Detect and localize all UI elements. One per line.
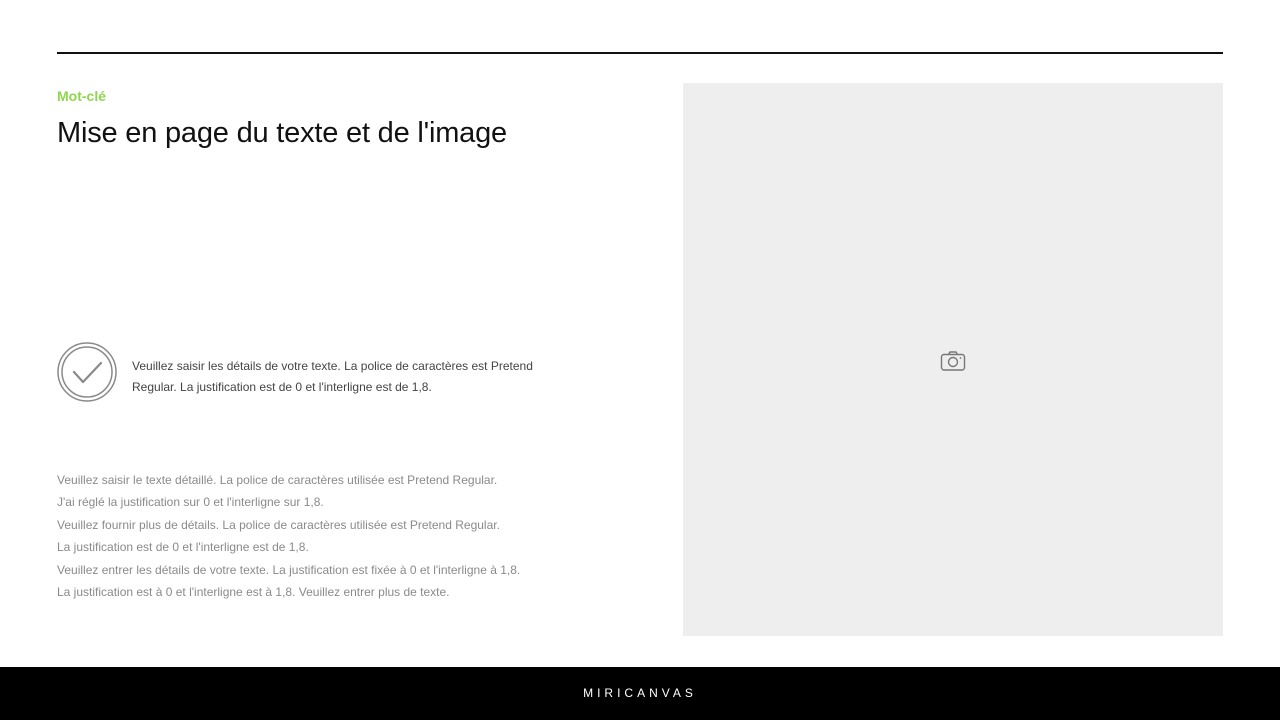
body-paragraph: Veuillez saisir le texte détaillé. La po… — [57, 469, 617, 603]
body-line: Veuillez fournir plus de détails. La pol… — [57, 517, 500, 532]
body-line: La justification est à 0 et l'interligne… — [57, 584, 450, 599]
body-line: Veuillez entrer les détails de votre tex… — [57, 562, 521, 577]
top-divider — [57, 52, 1223, 54]
feature-description: Veuillez saisir les détails de votre tex… — [132, 359, 533, 394]
check-circle-icon — [57, 342, 117, 402]
keyword-label: Mot-clé — [57, 88, 106, 104]
camera-icon — [940, 350, 966, 372]
brand-name: MIRICANVAS — [583, 686, 697, 700]
body-line: La justification est de 0 et l'interlign… — [57, 540, 309, 555]
image-placeholder[interactable] — [683, 83, 1223, 636]
body-line: Veuillez saisir le texte détaillé. La po… — [57, 473, 498, 487]
footer-bar: MIRICANVAS — [0, 667, 1280, 720]
body-line: J'ai réglé la justification sur 0 et l'i… — [57, 495, 324, 510]
page-title: Mise en page du texte et de l'image — [57, 117, 507, 149]
